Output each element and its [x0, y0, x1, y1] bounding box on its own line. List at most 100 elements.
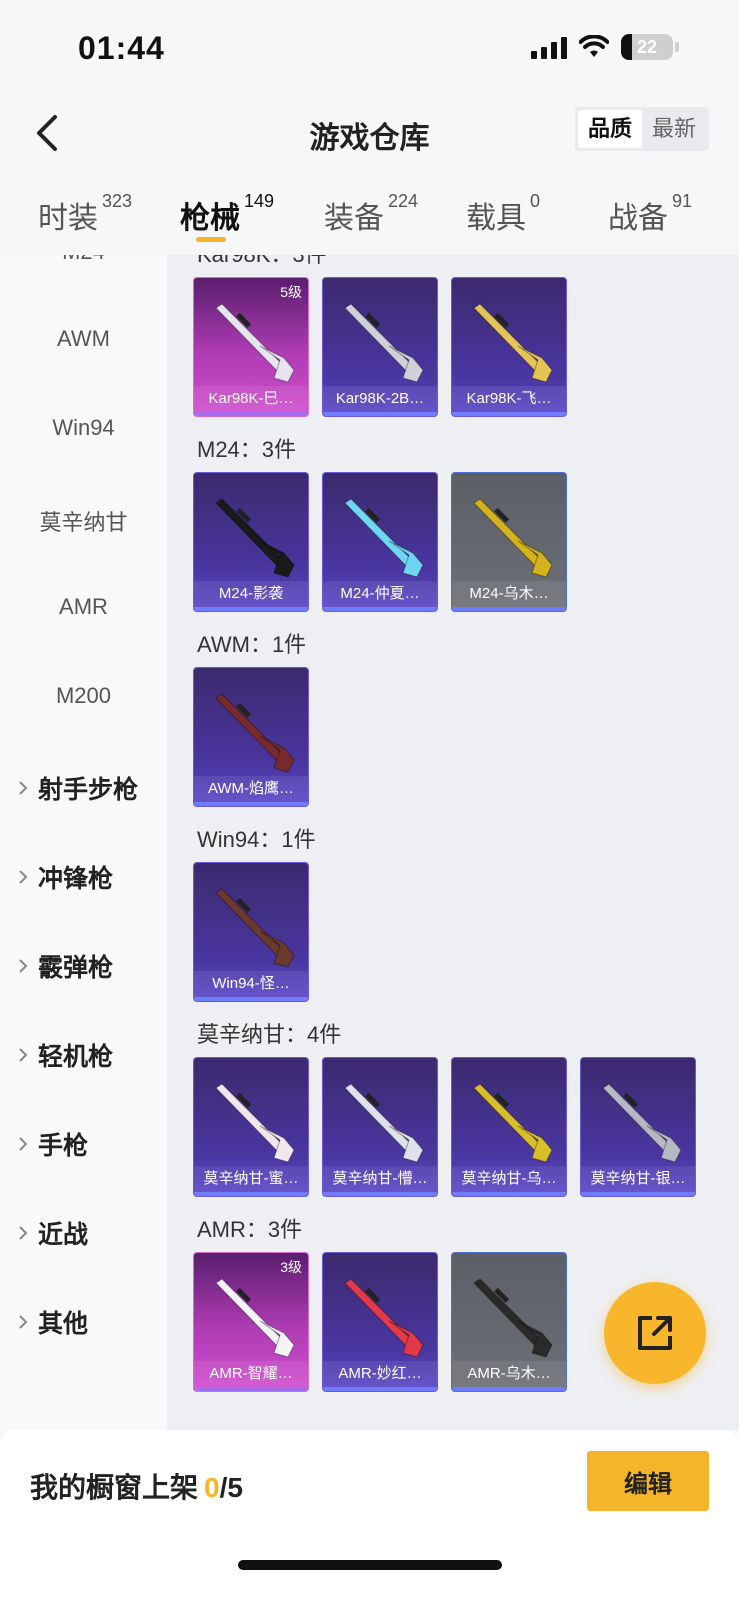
sidebar-category-shotgun[interactable]: 霰弹枪 [16, 948, 113, 984]
rifle-icon [215, 303, 295, 383]
sidebar-category-label: 霰弹枪 [38, 954, 114, 982]
chevron-right-icon [19, 781, 28, 795]
sidebar-category-melee[interactable]: 近战 [16, 1215, 88, 1251]
chevron-right-icon [19, 1048, 28, 1062]
weapon-skin-card[interactable]: AMR-妙红… [322, 1252, 438, 1392]
rarity-bar [452, 1387, 566, 1391]
sidebar-category-smg[interactable]: 冲锋枪 [16, 859, 113, 895]
weapon-skin-card[interactable]: M24-影袭 [193, 472, 309, 612]
sort-toggle: 品质 最新 [574, 107, 709, 151]
tab-equipment[interactable]: 装备 224 [324, 191, 418, 237]
rarity-bar [194, 412, 308, 416]
sidebar-category-dmr[interactable]: 射手步枪 [16, 770, 138, 806]
rifle-icon [344, 498, 424, 578]
sidebar-item-win94[interactable]: Win94 [0, 415, 167, 441]
rarity-bar [323, 607, 437, 611]
weapon-skin-name: 莫辛纳甘-乌… [452, 1166, 566, 1192]
category-tabs: 时装 323 枪械 149 装备 224 载具 0 战备 91 [0, 175, 739, 255]
weapon-skin-name: 莫辛纳甘-银… [581, 1166, 695, 1192]
home-indicator[interactable] [238, 1560, 502, 1570]
weapon-skin-name: M24-仲夏… [323, 581, 437, 607]
upgrade-level-badge: 5级 [280, 284, 302, 300]
rarity-bar [452, 607, 566, 611]
weapon-skin-card[interactable]: AWM-焰鹰… [193, 667, 309, 807]
battery-tip [675, 42, 679, 52]
sidebar-category-label: 轻机枪 [38, 1043, 114, 1071]
weapon-skin-name: AMR-乌木… [452, 1361, 566, 1387]
sidebar-category-label: 冲锋枪 [38, 865, 114, 893]
share-button[interactable] [604, 1282, 706, 1384]
weapon-skin-name: 莫辛纳甘-蜜… [194, 1166, 308, 1192]
weapon-skin-card[interactable]: 莫辛纳甘-银… [580, 1057, 696, 1197]
cellular-signal-icon [531, 35, 567, 59]
weapon-skin-card[interactable]: Kar98K-2B… [322, 277, 438, 417]
group-title: Kar98K：3件 [197, 255, 327, 269]
sidebar-item-m24[interactable]: M24 [0, 255, 167, 265]
weapon-skin-card[interactable]: 5级 Kar98K-巳… [193, 277, 309, 417]
rarity-bar [194, 607, 308, 611]
edit-button[interactable]: 编辑 [587, 1451, 709, 1511]
weapon-skin-card[interactable]: M24-仲夏… [322, 472, 438, 612]
chevron-right-icon [19, 1315, 28, 1329]
tab-label: 载具 [466, 202, 526, 235]
tab-vehicles[interactable]: 载具 0 [466, 191, 541, 237]
weapon-skin-card[interactable]: 3级 AMR-智耀… [193, 1252, 309, 1392]
sidebar-category-other[interactable]: 其他 [16, 1304, 88, 1340]
upgrade-level-badge: 3级 [280, 1259, 302, 1275]
sidebar-item-awm[interactable]: AWM [0, 326, 167, 352]
status-bar: 01:44 22 [0, 0, 739, 95]
tab-label: 时装 [38, 202, 98, 235]
showcase-label: 我的橱窗上架 [30, 1472, 199, 1503]
rifle-icon [473, 1083, 553, 1163]
sidebar-item-m200[interactable]: M200 [0, 683, 167, 709]
rifle-icon [215, 1083, 295, 1163]
weapon-skin-card[interactable]: AMR-乌木… [451, 1252, 567, 1392]
weapon-skin-name: Kar98K-2B… [323, 386, 437, 412]
sort-newest-button[interactable]: 最新 [642, 110, 706, 148]
rarity-bar [194, 997, 308, 1001]
tab-fashion[interactable]: 时装 323 [38, 191, 133, 237]
rifle-icon [215, 1278, 295, 1358]
weapon-skin-card[interactable]: 莫辛纳甘-蜜… [193, 1057, 309, 1197]
weapon-skin-card[interactable]: Win94-怪… [193, 862, 309, 1002]
sidebar-category-lmg[interactable]: 轻机枪 [16, 1037, 113, 1073]
bottom-bar: 我的橱窗上架 0 /5 编辑 [0, 1430, 739, 1600]
weapon-skin-name: M24-影袭 [194, 581, 308, 607]
chevron-right-icon [19, 1226, 28, 1240]
rifle-icon [215, 693, 295, 773]
weapon-skin-name: M24-乌木… [452, 581, 566, 607]
weapon-sidebar: M24 AWM Win94 莫辛纳甘 AMR M200 射手步枪 冲锋枪 霰弹枪… [0, 255, 167, 1430]
sidebar-item-mosin[interactable]: 莫辛纳甘 [0, 505, 167, 537]
weapon-skin-name: AMR-智耀… [194, 1361, 308, 1387]
rifle-icon [344, 1278, 424, 1358]
sidebar-category-label: 手枪 [38, 1132, 89, 1160]
tab-count: 0 [530, 191, 541, 211]
group-title: 莫辛纳甘：4件 [197, 1022, 342, 1047]
sort-quality-button[interactable]: 品质 [577, 110, 642, 148]
tab-label: 装备 [324, 202, 384, 235]
rarity-bar [323, 1387, 437, 1391]
share-icon [638, 1316, 672, 1350]
weapon-skin-name: AMR-妙红… [323, 1361, 437, 1387]
group-title: AWM：1件 [197, 632, 307, 657]
weapon-skin-name: Kar98K-飞… [452, 386, 566, 412]
weapon-skin-card[interactable]: M24-乌木… [451, 472, 567, 612]
status-time: 01:44 [78, 30, 165, 66]
rarity-bar [581, 1192, 695, 1196]
weapon-skin-name: 莫辛纳甘-懵… [323, 1166, 437, 1192]
tab-firearms[interactable]: 枪械 149 [180, 191, 274, 237]
tab-count: 323 [102, 191, 133, 211]
rarity-bar [452, 1192, 566, 1196]
weapon-skin-name: Win94-怪… [194, 971, 308, 997]
sidebar-category-pistol[interactable]: 手枪 [16, 1126, 88, 1162]
weapon-skin-card[interactable]: 莫辛纳甘-乌… [451, 1057, 567, 1197]
rifle-icon [215, 888, 295, 968]
sidebar-category-label: 其他 [38, 1310, 89, 1338]
weapon-skin-name: AWM-焰鹰… [194, 776, 308, 802]
rarity-bar [194, 802, 308, 806]
tab-label: 战备 [608, 202, 668, 235]
weapon-skin-card[interactable]: 莫辛纳甘-懵… [322, 1057, 438, 1197]
sidebar-item-amr[interactable]: AMR [0, 594, 167, 620]
weapon-skin-card[interactable]: Kar98K-飞… [451, 277, 567, 417]
tab-tactical-gear[interactable]: 战备 91 [608, 191, 692, 237]
